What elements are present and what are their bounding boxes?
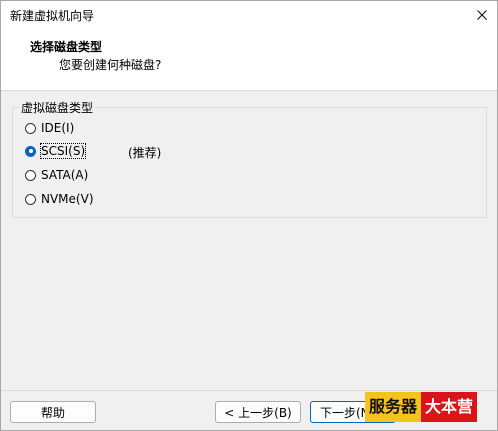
recommended-note: (推荐) [128, 146, 162, 160]
close-button[interactable] [467, 1, 497, 29]
radio-option-nvme[interactable]: NVMe(V) [25, 190, 94, 208]
radio-button[interactable] [25, 193, 36, 205]
radio-label: SCSI(S) [39, 143, 87, 159]
watermark-logo: 服务器 大本营 [365, 392, 478, 422]
radio-option-scsi[interactable]: SCSI(S) [25, 142, 87, 160]
page-title: 选择磁盘类型 [30, 40, 103, 54]
back-button[interactable]: < 上一步(B) [215, 401, 301, 423]
radio-button[interactable] [25, 122, 36, 134]
disk-type-group: 虚拟磁盘类型 IDE(I) SCSI(S) (推荐) SATA(A) NVMe(… [12, 99, 487, 218]
group-legend: 虚拟磁盘类型 [19, 99, 96, 116]
footer-divider [1, 390, 497, 391]
radio-label: NVMe(V) [41, 192, 94, 206]
close-icon [477, 10, 487, 20]
title-bar: 新建虚拟机向导 [1, 1, 497, 29]
watermark-part1: 服务器 [365, 392, 422, 422]
page-subtitle: 您要创建何种磁盘? [59, 58, 162, 72]
radio-label: SATA(A) [41, 168, 89, 182]
radio-label: IDE(I) [41, 121, 75, 135]
help-button[interactable]: 帮助 [10, 401, 96, 423]
radio-option-ide[interactable]: IDE(I) [25, 119, 74, 137]
watermark-part2: 大本营 [421, 392, 478, 422]
radio-button-checked[interactable] [25, 145, 36, 157]
radio-option-sata[interactable]: SATA(A) [25, 166, 88, 184]
wizard-window: 新建虚拟机向导 选择磁盘类型 您要创建何种磁盘? 虚拟磁盘类型 IDE(I) S… [0, 0, 498, 431]
window-title: 新建虚拟机向导 [10, 9, 95, 23]
radio-button[interactable] [25, 169, 36, 181]
wizard-header: 选择磁盘类型 您要创建何种磁盘? [1, 29, 497, 91]
